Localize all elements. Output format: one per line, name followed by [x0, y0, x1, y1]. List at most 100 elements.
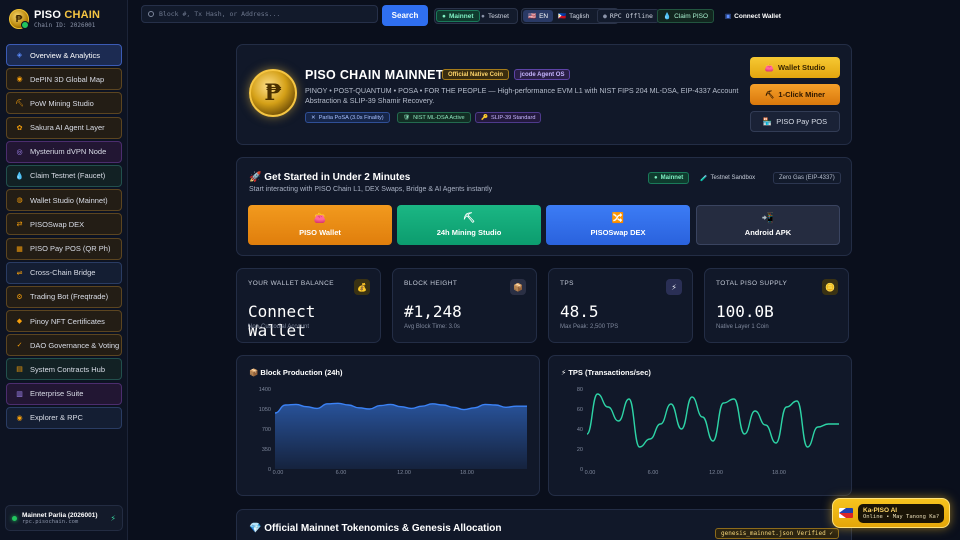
- vote-icon: ✓: [16, 342, 23, 350]
- sidebar-item-cross-chain-bridge[interactable]: ⇌ Cross-Chain Bridge: [6, 261, 122, 284]
- coin-icon: 🪙: [822, 279, 838, 295]
- pickaxe-icon: ⛏: [764, 90, 775, 99]
- network-status[interactable]: Mainnet Parlia (2026001) rpc.pisochain.c…: [5, 505, 123, 531]
- x-tick-label: 18.00: [772, 470, 786, 476]
- sidebar-item-pow-mining-studio[interactable]: ⛏ PoW Mining Studio: [6, 92, 122, 115]
- sidebar-item-label: Enterprise Suite: [30, 389, 84, 399]
- sidebar-item-trading-bot-freqtrade[interactable]: ⚙ Trading Bot (Freqtrade): [6, 285, 122, 308]
- x-tick-label: 12.00: [397, 470, 411, 476]
- mainnet-toggle[interactable]: ● Mainnet: [436, 10, 480, 22]
- sidebar-item-label: Trading Bot (Freqtrade): [30, 292, 109, 302]
- sidebar-item-system-contracts-hub[interactable]: ▤ System Contracts Hub: [6, 358, 122, 381]
- stat-label: TPS: [560, 280, 574, 287]
- assistant-label: Ka-PISO AI Online • May Tanong Ka?: [858, 503, 945, 523]
- sidebar-item-depin-3d-global-map[interactable]: ◉ DePIN 3D Global Map: [6, 68, 122, 91]
- tps-plot: 0 20 40 60 80 0.00 6.00 12.00 18.00: [577, 387, 839, 476]
- sidebar-item-pisoswap-dex[interactable]: ⇄ PISOSwap DEX: [6, 213, 122, 236]
- search-button[interactable]: Search: [382, 5, 428, 26]
- bot-icon: ⚙: [16, 293, 23, 301]
- y-tick-label: 80: [577, 387, 583, 393]
- certificate-icon: ◆: [16, 318, 23, 326]
- stat-value: Connect Wallet: [248, 302, 316, 340]
- android-apk-tile[interactable]: 📲 Android APK: [696, 205, 840, 245]
- slip39-tag: 🔑 SLIP-39 Standard: [475, 112, 542, 123]
- x-tick-label: 12.00: [709, 470, 723, 476]
- get-started-subtitle: Start interacting with PISO Chain L1, DE…: [249, 186, 493, 193]
- sidebar-item-mysterium-dvpn-node[interactable]: ◎ Mysterium dVPN Node: [6, 140, 122, 163]
- tps-chart: ⚡ TPS (Transactions/sec) 0 20 40 60 80 0.00 6.…: [548, 355, 852, 496]
- ph-flag-icon: [839, 508, 853, 518]
- sidebar-item-claim-testnet-faucet[interactable]: 💧 Claim Testnet (Faucet): [6, 164, 122, 187]
- sidebar-item-explorer-rpc[interactable]: ◉ Explorer & RPC: [6, 406, 122, 429]
- pisoswap-dex-tile[interactable]: 🔀 PISOSwap DEX: [546, 205, 690, 245]
- piso-logo-icon: ₱: [9, 9, 29, 29]
- piso-pay-pos-button[interactable]: 🏪 PISO Pay POS: [750, 111, 840, 132]
- hero-title: PISO CHAIN MAINNET: [305, 68, 444, 82]
- y-tick-label: 40: [577, 427, 583, 433]
- brand-title: PISO CHAIN: [34, 9, 101, 21]
- y-tick-label: 350: [262, 447, 271, 453]
- testnet-toggle[interactable]: ● Testnet: [476, 9, 514, 23]
- sidebar-item-pinoy-nft-certificates[interactable]: ◆ Pinoy NFT Certificates: [6, 310, 122, 333]
- wallet-balance-card[interactable]: YOUR WALLET BALANCE 💰 Connect Wallet Non…: [236, 268, 381, 343]
- stat-sub: Non-Custodial Account: [248, 324, 310, 330]
- sidebar-item-label: Mysterium dVPN Node: [30, 147, 107, 157]
- claim-piso-button[interactable]: 💧 Claim PISO: [657, 9, 715, 23]
- check-icon: ✕: [311, 114, 316, 121]
- brand[interactable]: ₱ PISO CHAIN Chain ID: 2026001: [9, 9, 100, 29]
- lang-taglish-button[interactable]: 🇵🇭 Taglish: [553, 9, 594, 23]
- wallet-icon: 👛: [313, 213, 327, 224]
- agent-os-badge: jcode Agent OS: [514, 69, 571, 80]
- search-input[interactable]: Block #, Tx Hash, or Address...: [141, 5, 378, 23]
- hero-description: PINOY • POST-QUANTUM • POSA • FOR THE PE…: [305, 86, 739, 105]
- testnet-sandbox-switch[interactable]: 🧪 Testnet Sandbox: [695, 172, 760, 184]
- sidebar-item-label: Explorer & RPC: [30, 413, 83, 423]
- x-tick-label: 0.00: [273, 470, 284, 476]
- zero-gas-badge: Zero Gas (EIP-4337): [773, 172, 841, 184]
- stat-value: #1,248: [404, 302, 462, 321]
- node-icon: ◎: [16, 148, 23, 156]
- mainnet-switch[interactable]: ● Mainnet: [648, 172, 690, 184]
- block-production-chart: 📦 Block Production (24h) 0 350 700 1050 1400…: [236, 355, 540, 496]
- x-tick-label: 6.00: [336, 470, 347, 476]
- piso-wallet-tile[interactable]: 👛 PISO Wallet: [248, 205, 392, 245]
- sidebar-item-overview-analytics[interactable]: ◈ Overview & Analytics: [6, 44, 122, 66]
- hero-card: ₱ PISO CHAIN MAINNET Official Native Coi…: [236, 44, 852, 145]
- ka-piso-ai-button[interactable]: Ka-PISO AI Online • May Tanong Ka?: [832, 498, 950, 528]
- wallet-icon: ▣: [725, 13, 732, 20]
- sidebar-item-label: System Contracts Hub: [30, 364, 106, 374]
- series-line: [586, 393, 839, 448]
- y-tick-label: 0: [268, 467, 271, 473]
- y-tick-label: 60: [577, 407, 583, 413]
- search-placeholder: Block #, Tx Hash, or Address...: [159, 10, 281, 18]
- wallet-studio-button[interactable]: 👛 Wallet Studio: [750, 57, 840, 78]
- total-supply-card: TOTAL PISO SUPPLY 🪙 100.0B Native Layer …: [704, 268, 849, 343]
- lang-en-button[interactable]: 🇺🇸 EN: [523, 10, 554, 22]
- sidebar: ₱ PISO CHAIN Chain ID: 2026001 ◈ Overview…: [0, 0, 128, 540]
- mining-studio-tile[interactable]: ⛏ 24h Mining Studio: [397, 205, 541, 245]
- sidebar-item-label: PISO Pay POS (QR Ph): [30, 244, 111, 253]
- key-icon: 🔑: [481, 114, 488, 121]
- connect-wallet-button[interactable]: ▣ Connect Wallet: [720, 9, 786, 23]
- droplet-icon: 💧: [663, 13, 672, 20]
- y-tick-label: 1050: [259, 407, 271, 413]
- us-flag-icon: 🇺🇸: [528, 13, 537, 20]
- dot-icon: ●: [654, 175, 658, 181]
- one-click-miner-button[interactable]: ⛏ 1-Click Miner: [750, 84, 840, 105]
- sidebar-item-label: Pinoy NFT Certificates: [30, 316, 105, 326]
- bridge-icon: ⇌: [16, 269, 23, 277]
- sidebar-item-sakura-ai-agent-layer[interactable]: ✿ Sakura AI Agent Layer: [6, 116, 122, 139]
- building-icon: ▥: [16, 390, 23, 398]
- sidebar-item-label: Overview & Analytics: [30, 50, 101, 60]
- sidebar-item-wallet-studio-mainnet[interactable]: ◍ Wallet Studio (Mainnet): [6, 189, 122, 212]
- y-tick-label: 0: [580, 467, 583, 473]
- sidebar-item-label: DAO Governance & Voting: [30, 340, 120, 350]
- money-bag-icon: 💰: [354, 279, 370, 295]
- sidebar-item-dao-governance-voting[interactable]: ✓ DAO Governance & Voting: [6, 334, 122, 357]
- sidebar-item-enterprise-suite[interactable]: ▥ Enterprise Suite: [6, 382, 122, 405]
- stat-sub: Avg Block Time: 3.0s: [404, 324, 460, 330]
- sidebar-item-piso-pay-pos-qr-ph[interactable]: ▦ PISO Pay POS (QR Ph): [6, 237, 122, 260]
- assistant-status: Online • May Tanong Ka?: [863, 513, 940, 520]
- x-tick-label: 0.00: [585, 470, 596, 476]
- ml-dsa-tag: 🛡 NIST ML-DSA Active: [397, 112, 471, 123]
